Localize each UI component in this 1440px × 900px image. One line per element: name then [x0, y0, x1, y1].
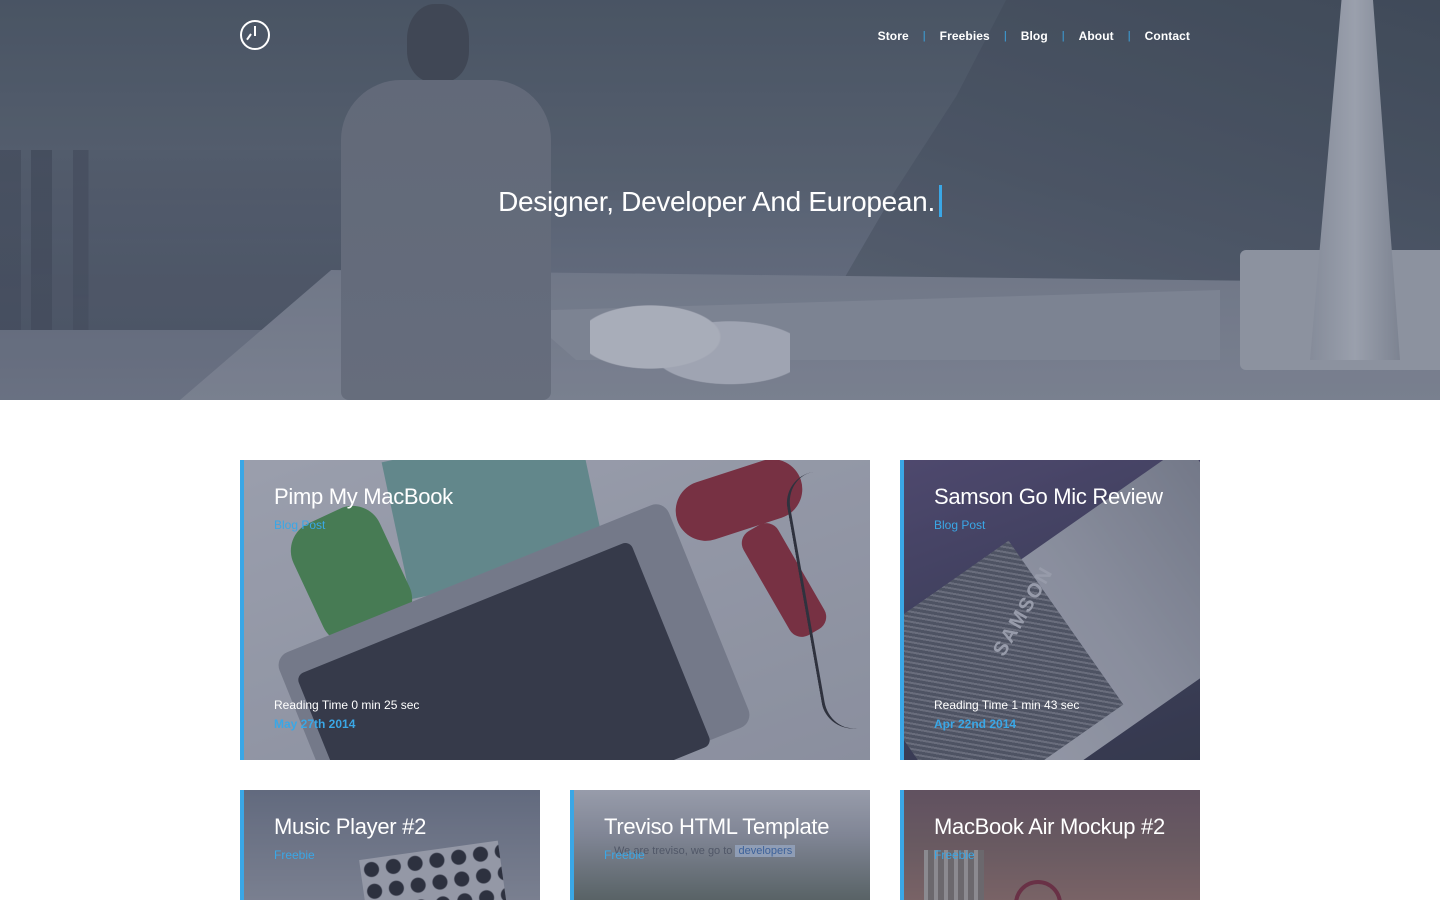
card-title: Samson Go Mic Review	[934, 484, 1163, 509]
card-title: Pimp My MacBook	[274, 484, 453, 509]
card-category: Blog Post	[934, 518, 986, 532]
card-macbook-air-mockup-2[interactable]: MacBook Air Mockup #2 Freebie	[900, 790, 1200, 900]
typing-cursor	[938, 185, 942, 217]
card-title: MacBook Air Mockup #2	[934, 814, 1165, 839]
card-title: Treviso HTML Template	[604, 814, 830, 839]
nav-separator: |	[922, 30, 926, 42]
card-title: Music Player #2	[274, 814, 427, 839]
hero-headline: Designer, Developer And European.	[0, 185, 1440, 218]
card-category: Freebie	[274, 848, 315, 862]
card-reading-time: Reading Time 1 min 43 sec	[934, 698, 1080, 712]
nav-store[interactable]: Store	[878, 29, 909, 43]
nav-blog[interactable]: Blog	[1021, 29, 1048, 43]
card-category: Freebie	[604, 848, 645, 862]
card-overlay	[904, 790, 1200, 900]
card-date: Apr 22nd 2014	[934, 717, 1017, 731]
card-reading-time: Reading Time 0 min 25 sec	[274, 698, 420, 712]
clock-hand-minute	[254, 26, 256, 36]
nav-freebies[interactable]: Freebies	[940, 29, 990, 43]
main-nav: Store | Freebies | Blog | About | Contac…	[878, 26, 1190, 46]
nav-separator: |	[1061, 30, 1065, 42]
card-music-player-2[interactable]: Music Player #2 Freebie	[240, 790, 540, 900]
clock-icon[interactable]	[240, 20, 270, 50]
clock-hand-hour	[246, 33, 252, 41]
nav-contact[interactable]: Contact	[1145, 29, 1190, 43]
nav-about[interactable]: About	[1079, 29, 1114, 43]
card-overlay	[574, 790, 870, 900]
card-overlay	[244, 790, 540, 900]
card-category: Freebie	[934, 848, 975, 862]
nav-separator: |	[1003, 30, 1007, 42]
card-category: Blog Post	[274, 518, 326, 532]
card-pimp-my-macbook[interactable]: Pimp My MacBook Blog Post Reading Time 0…	[240, 460, 870, 760]
hero-headline-text: Designer, Developer And European.	[498, 186, 935, 217]
nav-separator: |	[1127, 30, 1131, 42]
card-samson-go-mic-review[interactable]: SAMSON Samson Go Mic Review Blog Post Re…	[900, 460, 1200, 760]
card-date: May 27th 2014	[274, 717, 356, 731]
card-treviso-html-template[interactable]: We are treviso, we go to developers Trev…	[570, 790, 870, 900]
